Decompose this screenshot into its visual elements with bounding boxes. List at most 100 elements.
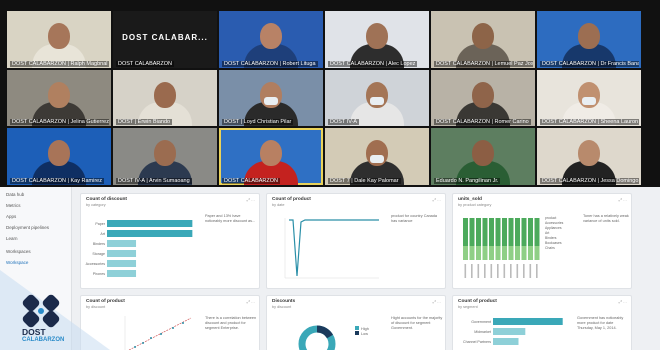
sidebar-item-deployment[interactable]: Deployment pipelines [0,222,71,233]
tick-label [503,264,506,278]
card-discounts[interactable]: Discounts by discount ⤢ ⋯ High Low Hight… [266,295,446,350]
sidebar-item-metrics[interactable]: Metrics [0,200,71,211]
tick-label: Paper [95,222,105,226]
card-options-icon[interactable]: ⤢ ⋯ [247,197,255,202]
tick-label [464,264,467,278]
card-options-icon[interactable]: ⤢ ⋯ [433,197,441,202]
participant-tile[interactable]: DOST CALABARZON | Lemuel Paz Josef [431,11,535,68]
sidebar-item-workspaces[interactable]: Workspaces [0,246,71,257]
column-segment [463,218,468,246]
card-title: Count of product [458,299,497,304]
participant-name: DOST | Loyd Christian Pilar [222,119,294,126]
column-segment [489,218,494,246]
column-segment [463,246,468,260]
line-chart [284,218,379,279]
stacked-column-chart [463,218,540,278]
face-mask [264,96,278,105]
tick-label: Channel Partners [463,340,491,344]
card-options-icon[interactable]: ⤢ ⋯ [433,299,441,304]
participant-tile[interactable]: DOST IV-A | Arvin Sumaoang [113,128,217,185]
participant-tile[interactable]: DOST CALABARZON | Dr Francis Banaaba [537,11,641,68]
participant-tile[interactable]: DOST CALABARZON | Robert Lituga [219,11,323,68]
participant-name: DOST IV-A [328,119,360,126]
column-segment [482,246,488,260]
participant-name: DOST CALABARZON | Romer Carino [434,119,531,126]
column-segment [482,218,488,246]
column-segment [469,246,475,260]
card-options-icon[interactable]: ⤢ ⋯ [619,197,627,202]
sidebar-item-workspace[interactable]: Workspace [0,257,71,268]
tick-label: Government [471,320,491,324]
logo-wordmark: DOST [22,327,46,337]
participant-tile[interactable]: DOST | Loyd Christian Pilar [219,69,323,127]
column-segment [476,218,481,246]
participant-tile[interactable]: DOST CALABARZON [219,128,323,185]
tick-label [516,264,519,278]
sidebar-item-data-hub[interactable]: Data hub [0,189,71,200]
participant-name: DOST CALABARZON | Dr Francis Banaaba [540,60,639,67]
participant-name: DOST CALABARZON | Alec Lopez [328,60,418,67]
participant-tile[interactable]: DOST CALABAR... DOST CALABARZON [113,11,217,68]
column-segment [508,218,514,246]
video-conference-window: DOST CALABARZON | Ralph Magbnal DOST CALA… [0,0,660,350]
card-title: Count of product [272,197,311,202]
legend-item: Low [355,331,369,336]
card-options-icon[interactable]: ⤢ ⋯ [247,299,255,304]
sidebar-item-apps[interactable]: Apps [0,211,71,222]
participant-tile[interactable]: DOST CALABARZON | Ralph Magbnal [7,11,111,68]
participant-face [578,140,600,167]
card-insight: Paper and 13% have noticeably more disco… [205,214,256,223]
tick-label: Midmarket [474,330,491,334]
card-units-sold[interactable]: units_sold by product category ⤢ ⋯ produ… [452,193,632,289]
participant-face [472,23,494,49]
participant-name: DOST CALABARZON [116,60,174,67]
column-segment [502,246,507,260]
face-mask [370,96,384,105]
participant-face [48,81,70,108]
participant-tile[interactable]: DOST CALABARZON | Jessa Domingo [537,128,641,185]
participant-tile[interactable]: DOST CALABARZON | Jelina Gutierrez [7,69,111,127]
participant-tile[interactable]: Eduardo N. Pangilinan Jr. [431,128,535,185]
column-segment [495,218,501,246]
column-segment [515,246,520,260]
participant-name: DOST CALABARZON | Kay Ramirez [10,178,104,184]
tick-label: Binders [93,242,105,246]
bar [107,250,137,257]
tick-label: Storage [92,252,105,256]
participant-name: DOST CALABARZON | Robert Lituga [222,60,318,67]
tick-label [510,264,512,278]
participant-tile[interactable]: DOST CALABARZON | Sheena Lauron [537,69,641,127]
participant-face [472,81,494,108]
participant-grid: DOST CALABARZON | Ralph Magbnal DOST CALA… [7,11,641,185]
card-title: Discounts [272,299,296,304]
column-segment [521,246,527,260]
tick-label [484,264,486,278]
participant-tile[interactable]: DOST CALABARZON | Romer Carino [431,69,535,127]
participant-tile[interactable]: DOST 7 | Dale Kay Palomar [325,128,429,185]
face-mask [582,96,596,105]
participant-tile[interactable]: DOST IV-A [325,69,429,127]
participant-face [48,140,70,167]
participant-tile[interactable]: DOST CALABARZON | Kay Ramirez [7,128,111,185]
bar [107,260,137,267]
participant-name: DOST CALABARZON [222,178,280,184]
card-insight: product for country Canada has variance [391,214,438,223]
column-segment [515,218,520,246]
participant-face [48,23,70,49]
participant-face [154,81,176,108]
card-product-by-segment[interactable]: Count of product by segment ⤢ ⋯ Governme… [452,295,632,350]
chart-legend: product Accessories Appliances Art Binders Bo… [545,216,581,251]
participant-name: Eduardo N. Pangilinan Jr. [434,178,501,184]
participant-tile[interactable]: DOST CALABARZON | Alec Lopez [325,11,429,68]
tick-label [529,264,532,278]
card-insight: Government has noticeably more product f… [577,316,624,330]
bar [493,318,563,325]
bar [493,328,526,335]
card-product-by-date[interactable]: Count of product by date ⤢ ⋯ product for… [266,193,446,289]
participant-tile[interactable]: DOST | Erwin Biando [113,69,217,127]
tick-label: Art [100,232,105,236]
tick-label [490,264,493,278]
card-options-icon[interactable]: ⤢ ⋯ [619,299,627,304]
sidebar-item-learn[interactable]: Learn [0,233,71,244]
column-segment [489,246,494,260]
